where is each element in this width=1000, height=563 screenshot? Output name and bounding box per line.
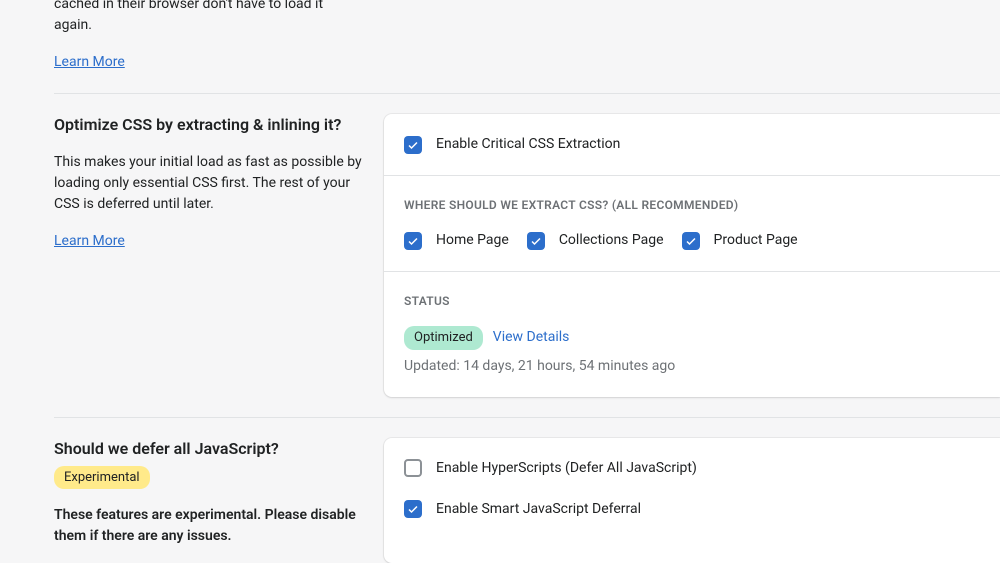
enable-hyperscripts-checkbox[interactable] <box>404 459 422 477</box>
status-heading: STATUS <box>404 292 980 310</box>
check-icon <box>685 235 697 247</box>
collections-page-checkbox[interactable] <box>527 232 545 250</box>
product-page-label: Product Page <box>714 230 798 251</box>
js-section-title: Should we defer all JavaScript? <box>54 438 364 460</box>
experimental-badge: Experimental <box>54 466 150 490</box>
css-section-title: Optimize CSS by extracting & inlining it… <box>54 114 364 136</box>
js-settings-card: Enable HyperScripts (Defer All JavaScrip… <box>384 438 1000 563</box>
css-settings-card: Enable Critical CSS Extraction WHERE SHO… <box>384 114 1000 397</box>
section-previous-tail: cached in their browser don't have to lo… <box>54 0 1000 73</box>
enable-smart-deferral-label: Enable Smart JavaScript Deferral <box>436 499 641 520</box>
enable-critical-css-label: Enable Critical CSS Extraction <box>436 134 620 155</box>
check-icon <box>530 235 542 247</box>
check-icon <box>407 139 419 151</box>
view-details-link[interactable]: View Details <box>493 327 570 348</box>
prev-desc-tail: cached in their browser don't have to lo… <box>54 0 364 36</box>
js-section-desc: These features are experimental. Please … <box>54 505 364 547</box>
collections-page-label: Collections Page <box>559 230 664 251</box>
enable-smart-deferral-checkbox[interactable] <box>404 500 422 518</box>
section-defer-js: Should we defer all JavaScript? Experime… <box>54 417 1000 563</box>
home-page-checkbox[interactable] <box>404 232 422 250</box>
home-page-label: Home Page <box>436 230 509 251</box>
section-optimize-css: Optimize CSS by extracting & inlining it… <box>54 93 1000 397</box>
check-icon <box>407 503 419 515</box>
status-updated: Updated: 14 days, 21 hours, 54 minutes a… <box>404 356 980 377</box>
check-icon <box>407 235 419 247</box>
status-badge: Optimized <box>404 326 483 350</box>
css-section-desc: This makes your initial load as fast as … <box>54 152 364 215</box>
prev-learn-more-link[interactable]: Learn More <box>54 52 125 73</box>
enable-hyperscripts-label: Enable HyperScripts (Defer All JavaScrip… <box>436 458 697 479</box>
where-extract-heading: WHERE SHOULD WE EXTRACT CSS? (ALL RECOMM… <box>404 196 980 214</box>
css-learn-more-link[interactable]: Learn More <box>54 231 125 252</box>
product-page-checkbox[interactable] <box>682 232 700 250</box>
enable-critical-css-checkbox[interactable] <box>404 136 422 154</box>
